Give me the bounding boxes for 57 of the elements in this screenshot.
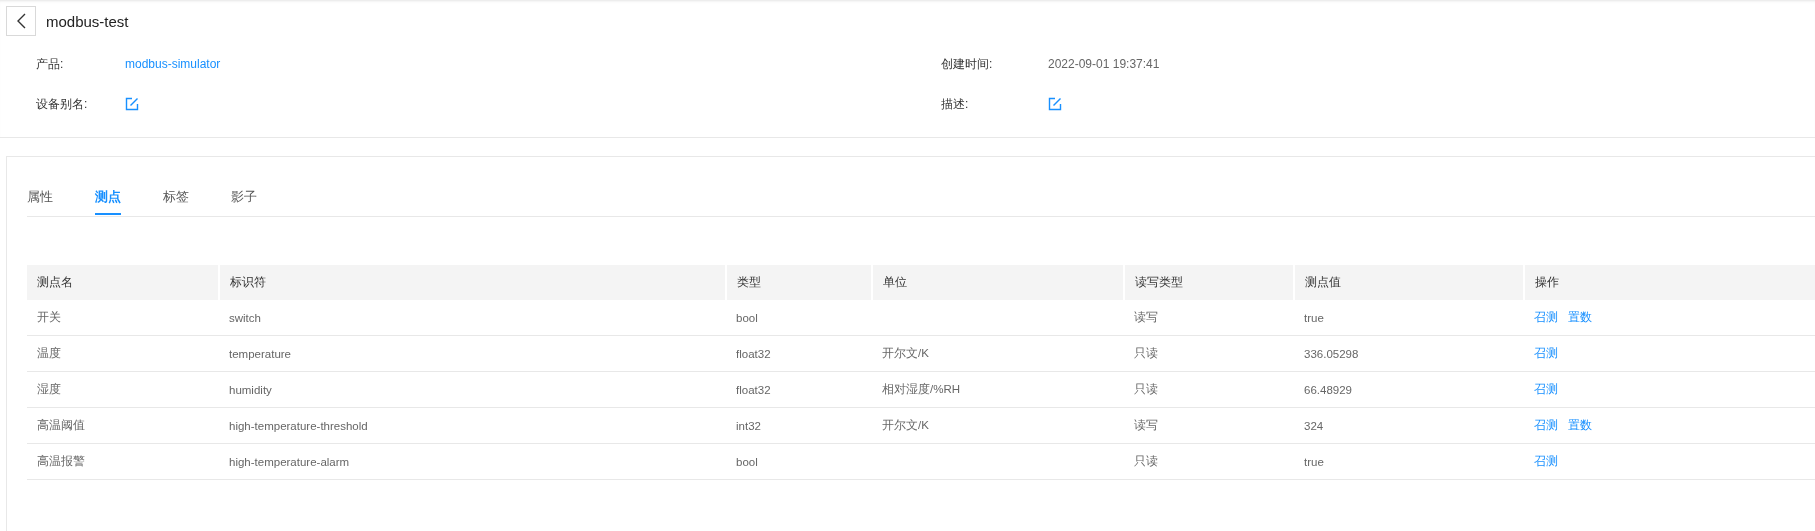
table-cell: bool — [736, 455, 758, 468]
table-cell: 读写 — [1134, 419, 1158, 431]
table-cell: 只读 — [1134, 383, 1158, 395]
edit-icon[interactable] — [125, 97, 139, 111]
field-label: 创建时间: — [941, 55, 994, 73]
field-label: 描述: — [941, 95, 970, 113]
table-cell: 只读 — [1134, 347, 1158, 359]
table-cell: high-temperature-threshold — [229, 419, 368, 432]
tab[interactable]: 测点 — [95, 182, 163, 216]
back-icon — [15, 13, 27, 29]
table-cell: 336.05298 — [1304, 347, 1359, 360]
product-link[interactable]: modbus-simulator — [125, 57, 221, 71]
edit-icon[interactable] — [1048, 97, 1062, 111]
action-link[interactable]: 召测 — [1534, 383, 1558, 395]
table-cell: true — [1304, 311, 1324, 324]
table-cell: 高温阈值 — [37, 419, 85, 431]
table-cell: high-temperature-alarm — [229, 455, 350, 468]
table-cell: true — [1304, 455, 1324, 468]
table-cell: int32 — [736, 419, 761, 432]
action-link[interactable]: 召测 — [1534, 347, 1558, 359]
table-cell: 开尔文/K — [882, 347, 929, 359]
table-cell: humidity — [229, 383, 272, 396]
tab[interactable]: 标签 — [163, 182, 231, 216]
column-header: 类型 — [726, 265, 872, 300]
table-cell: temperature — [229, 347, 291, 360]
action-link[interactable]: 置数 — [1568, 419, 1592, 431]
table-cell: switch — [229, 311, 261, 324]
column-header: 标识符 — [219, 265, 726, 300]
action-link[interactable]: 置数 — [1568, 311, 1592, 323]
back-button[interactable] — [6, 6, 36, 36]
tab[interactable]: 影子 — [231, 182, 299, 216]
device-title: modbus-test — [46, 12, 129, 30]
column-header: 读写类型 — [1124, 265, 1294, 300]
column-header: 测点值 — [1294, 265, 1524, 300]
table-cell: 读写 — [1134, 311, 1158, 323]
table-cell: 开尔文/K — [882, 419, 929, 431]
action-link[interactable]: 召测 — [1534, 419, 1558, 431]
table-cell: float32 — [736, 383, 771, 396]
column-header: 单位 — [872, 265, 1124, 300]
tab[interactable]: 属性 — [27, 182, 95, 216]
table-cell: 只读 — [1134, 455, 1158, 467]
table-cell: 开关 — [37, 311, 61, 323]
table-cell: 高温报警 — [37, 455, 85, 467]
table-cell: 温度 — [37, 347, 61, 359]
action-link[interactable]: 召测 — [1534, 455, 1558, 467]
table-cell: 66.48929 — [1304, 383, 1352, 396]
field-value: 2022-09-01 19:37:41 — [1048, 57, 1160, 71]
field-label: 设备别名: — [36, 95, 89, 113]
field-label: 产品: — [36, 55, 65, 73]
table-cell: 324 — [1304, 419, 1324, 432]
table-cell: bool — [736, 311, 758, 324]
column-header: 测点名 — [27, 265, 219, 300]
table-cell: 湿度 — [37, 383, 61, 395]
table-cell: 相对湿度/%RH — [882, 383, 961, 395]
column-header: 操作 — [1524, 265, 1815, 300]
table-cell: float32 — [736, 347, 771, 360]
action-link[interactable]: 召测 — [1534, 311, 1558, 323]
